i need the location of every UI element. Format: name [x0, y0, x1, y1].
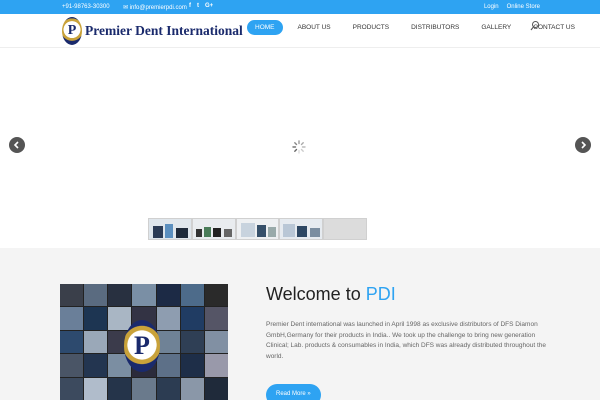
- slider-prev-button[interactable]: [9, 137, 25, 153]
- twitter-icon[interactable]: t: [197, 3, 199, 9]
- chevron-right-icon: [581, 141, 587, 149]
- welcome-heading: Welcome to PDI: [266, 284, 396, 305]
- read-more-button[interactable]: Read More »: [266, 384, 321, 400]
- logo-text: Premier Dent International: [85, 23, 243, 38]
- email-link[interactable]: ✉ info@premierpdi.com: [123, 4, 187, 11]
- loading-spinner-icon: [292, 140, 306, 154]
- login-link[interactable]: Login: [484, 4, 499, 10]
- slider-thumbnail[interactable]: [236, 218, 279, 240]
- email-text: info@premierpdi.com: [129, 5, 187, 11]
- slider-thumbnail[interactable]: [279, 218, 323, 240]
- nav-gallery[interactable]: GALLERY: [474, 20, 518, 35]
- welcome-body-text: Premier Dent international was launched …: [266, 321, 547, 360]
- welcome-heading-prefix: Welcome to: [266, 284, 366, 304]
- site-logo[interactable]: P Premier Dent International: [62, 17, 243, 45]
- main-nav: HOME ABOUT US PRODUCTS DISTRIBUTORS GALL…: [247, 20, 590, 35]
- slider-next-button[interactable]: [575, 137, 591, 153]
- main-header: P Premier Dent International HOME ABOUT …: [0, 14, 600, 48]
- envelope-icon: ✉: [123, 5, 129, 11]
- google-plus-icon[interactable]: G+: [205, 3, 213, 9]
- nav-about-us[interactable]: ABOUT US: [291, 20, 338, 35]
- facebook-icon[interactable]: f: [189, 3, 191, 9]
- slider-thumbnail[interactable]: [148, 218, 192, 240]
- welcome-section: P Welcome to PDI Premier Dent internatio…: [0, 248, 600, 400]
- collage-logo-icon: P: [124, 320, 160, 372]
- welcome-heading-accent: PDI: [365, 284, 396, 304]
- online-store-link[interactable]: Online Store: [507, 4, 540, 10]
- hero-slider: [0, 48, 600, 248]
- nav-home[interactable]: HOME: [247, 20, 283, 35]
- top-bar: +91-98763-30300 ✉ info@premierpdi.com f …: [0, 0, 600, 14]
- nav-products[interactable]: PRODUCTS: [346, 20, 396, 35]
- social-links: f t G+: [189, 3, 213, 9]
- logo-badge-icon: P: [62, 17, 82, 45]
- slider-thumbnails: [148, 218, 367, 240]
- nav-distributors[interactable]: DISTRIBUTORS: [404, 20, 466, 35]
- phone-number[interactable]: +91-98763-30300: [62, 4, 110, 10]
- search-icon[interactable]: [530, 20, 540, 32]
- slider-thumbnail[interactable]: [323, 218, 367, 240]
- slider-thumbnail[interactable]: [192, 218, 236, 240]
- chevron-left-icon: [13, 141, 19, 149]
